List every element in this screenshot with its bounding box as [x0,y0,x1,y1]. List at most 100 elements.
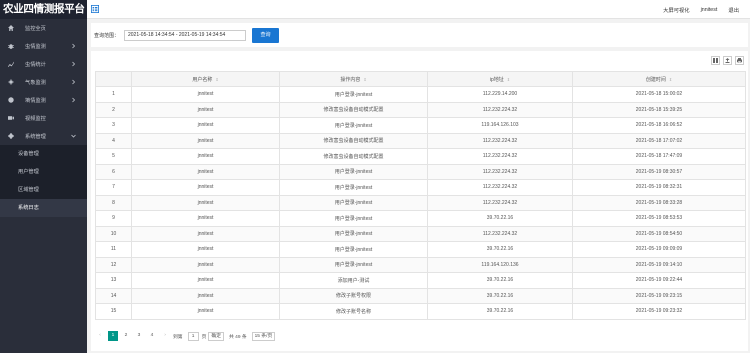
header-operation[interactable]: 操作内容 ⇕ [279,71,428,87]
cell-index: 5 [95,148,132,165]
page-size-select[interactable]: 15 条/页 [251,331,276,341]
header-index [95,71,132,87]
sidebar-item-3[interactable]: 气象监测 [0,73,87,91]
cell-created-time: 2021-05-18 17:47:09 [572,148,746,165]
cell-index: 8 [95,194,132,211]
cell-operation: 用户登录-jnnitest [279,163,428,180]
header-created-time[interactable]: 创建时间 ⇕ [572,71,746,87]
table-row[interactable]: 14 jnnitest 修改子账号权限 39.70.22.16 2021-05-19 0… [95,287,746,304]
logout-link[interactable]: 退出 [728,6,739,14]
cell-index: 14 [95,287,132,304]
page-1-button[interactable]: 1 [108,331,118,341]
pagination: ‹ 1 2 3 4 › 到第 1 页 确定 共 49 条 15 条/页 [95,331,276,341]
submenu-item-1[interactable]: 用户管理 [0,163,87,181]
table-row[interactable]: 8 jnnitest 用户登录-jnnitest 112.232.224.32 2021… [95,194,746,211]
cell-index: 2 [95,101,132,118]
cell-username: jnnitest [131,179,280,196]
username-link[interactable]: jnnitest [701,7,718,13]
table-row[interactable]: 7 jnnitest 用户登录-jnnitest 112.232.224.32 2021… [95,179,746,196]
cell-created-time: 2021-05-19 09:14:10 [572,256,746,273]
header-ip-label: ip地址 [489,76,504,83]
goto-page-input[interactable]: 1 [187,331,199,341]
table-row[interactable]: 5 jnnitest 修改害虫设备自动模式配置 112.232.224.32 2021-… [95,148,746,165]
submenu-item-2[interactable]: 区域管理 [0,181,87,199]
sidebar-item-label: 虫情统计 [25,61,46,68]
big-screen-link[interactable]: 大屏可视化 [663,6,690,14]
cell-ip: 39.70.22.16 [427,272,573,289]
header-ip[interactable]: ip地址 ⇕ [427,71,573,87]
export-button[interactable] [723,56,732,65]
columns-filter-button[interactable] [711,56,720,65]
table-row[interactable]: 13 jnnitest 添加用户-测试 39.70.22.16 2021-05-19 0… [95,272,746,289]
date-range-input[interactable]: 2021-05-18 14:34:54 - 2021-05-19 14:34:5… [124,30,246,41]
prev-page-button[interactable]: ‹ [95,331,105,341]
cell-operation: 用户登录-jnnitest [279,194,428,211]
table-row[interactable]: 2 jnnitest 修改害虫设备自动模式配置 112.232.224.32 2021-… [95,101,746,118]
query-button[interactable]: 查询 [252,28,279,43]
page-4-button[interactable]: 4 [147,331,157,341]
sidebar-nav: 监控全页虫情监测虫情统计气象监测墒情监测 视频监控 系统管理 设备管理 用户管理 区域管理… [0,19,87,217]
cell-ip: 39.70.22.16 [427,303,573,320]
table-row[interactable]: 15 jnnitest 修改子账号名称 39.70.22.16 2021-05-19 0… [95,303,746,320]
table-toolbar [708,56,744,65]
video-icon [7,115,14,122]
weather-icon [7,79,14,86]
table-row[interactable]: 11 jnnitest 用户登录-jnnitest 39.70.22.16 2021-0… [95,241,746,258]
cell-created-time: 2021-05-18 15:00:02 [572,86,746,103]
top-links: 大屏可视化 jnnitest 退出 [663,0,750,19]
table-row[interactable]: 4 jnnitest 修改害虫设备自动模式配置 112.232.224.32 2021-… [95,132,746,149]
cell-operation: 用户登录-jnnitest [279,86,428,103]
sidebar-item-label: 监控全页 [25,25,46,32]
export-icon [725,58,730,63]
next-page-button[interactable]: › [160,331,170,341]
sidebar: 农业四情测报平台 监控全页 虫情监测 虫情统计 气象监测 墒情监测 视频监控 系统管理 设备管… [0,0,87,353]
table-header-row: 用户名称 ⇕ 操作内容 ⇕ ip地址 ⇕ 创建时间 ⇕ [95,71,746,87]
sidebar-item-5[interactable]: 视频监控 [0,109,87,127]
cell-username: jnnitest [131,163,280,180]
cell-operation: 修改害虫设备自动模式配置 [279,132,428,149]
table-row[interactable]: 6 jnnitest 用户登录-jnnitest 112.232.224.32 2021… [95,163,746,180]
cell-operation: 用户登录-jnnitest [279,241,428,258]
table-row[interactable]: 9 jnnitest 用户登录-jnnitest 39.70.22.16 2021-05… [95,210,746,227]
cell-username: jnnitest [131,101,280,118]
sort-icon: ⇕ [215,76,219,82]
cell-index: 13 [95,272,132,289]
sort-icon: ⇕ [363,76,367,82]
cell-ip: 112.232.224.32 [427,179,573,196]
header-username[interactable]: 用户名称 ⇕ [131,71,280,87]
submenu-item-0[interactable]: 设备管理 [0,145,87,163]
cell-ip: 39.70.22.16 [427,210,573,227]
table-row[interactable]: 1 jnnitest 用户登录-jnnitest 112.229.14.200 2021… [95,86,746,103]
goto-confirm-button[interactable]: 确定 [208,331,225,341]
sidebar-item-label: 气象监测 [25,79,46,86]
submenu-item-3[interactable]: 系统日志 [0,199,87,217]
cell-username: jnnitest [131,303,280,320]
main-content: 查询范围： 2021-05-18 14:34:54 - 2021-05-19 1… [87,19,750,353]
cell-ip: 112.229.14.200 [427,86,573,103]
page-2-button[interactable]: 2 [121,331,131,341]
print-button[interactable] [735,56,744,65]
cell-username: jnnitest [131,287,280,304]
cell-operation: 修改子账号名称 [279,303,428,320]
table-row[interactable]: 10 jnnitest 用户登录-jnnitest 112.232.224.32 202… [95,225,746,242]
sort-icon: ⇕ [506,76,511,82]
menu-toggle-icon[interactable] [91,5,99,13]
cell-ip: 119.164.126.103 [427,117,573,134]
log-table: 用户名称 ⇕ 操作内容 ⇕ ip地址 ⇕ 创建时间 ⇕ 1 jnnitest 用户登录-jn… [95,71,746,320]
cell-index: 11 [95,241,132,258]
header-username-label: 用户名称 [192,76,213,83]
sidebar-item-4[interactable]: 墒情监测 [0,91,87,109]
sidebar-item-6[interactable]: 系统管理 [0,127,87,145]
sidebar-item-2[interactable]: 虫情统计 [0,55,87,73]
top-bar: 大屏可视化 jnnitest 退出 [87,0,750,19]
table-row[interactable]: 12 jnnitest 用户登录-jnnitest 119.164.120.136 20… [95,256,746,273]
chevron-right-icon [71,61,76,67]
cell-ip: 112.232.224.32 [427,101,573,118]
columns-icon [713,58,718,63]
cell-username: jnnitest [131,117,280,134]
table-row[interactable]: 3 jnnitest 用户登录-jnnitest 119.164.126.103 202… [95,117,746,134]
page-3-button[interactable]: 3 [134,331,144,341]
sidebar-item-0[interactable]: 监控全页 [0,19,87,37]
sidebar-item-1[interactable]: 虫情监测 [0,37,87,55]
cell-username: jnnitest [131,225,280,242]
